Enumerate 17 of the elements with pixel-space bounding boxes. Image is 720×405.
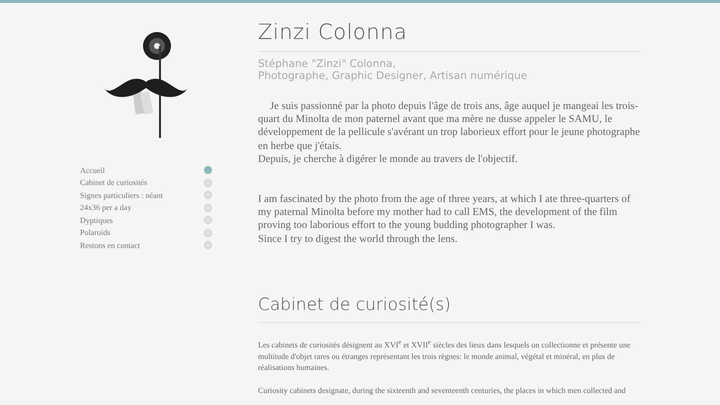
nav-link[interactable]: Signes particuliers : néant (80, 189, 212, 202)
section-title: Cabinet de curiosité(s) (258, 294, 452, 317)
paragraph: I am fascinated by the photo from the age of three years, at which I ate three-quarters of my paternal Minolta before my mother had to call EMS, the development of the film proving too laborious effort to the young budding photographer I was. (258, 193, 632, 233)
subtitle: Photographe, Graphic Designer, Artisan numérique (258, 70, 528, 82)
subtitle: Stéphane "Zinzi" Colonna, (258, 58, 397, 70)
nav-link[interactable]: Accueil (80, 164, 212, 176)
nav-link[interactable]: Dyptiques (80, 214, 212, 226)
nav-link[interactable]: Cabinet de curiosités (80, 176, 212, 189)
nav-link[interactable]: 24x36 per a day (80, 202, 212, 214)
paragraph: Depuis, je cherche à digérer le monde au travers de l'objectif. (258, 152, 519, 166)
page-title: Zinzi Colonna (258, 19, 408, 46)
paragraph: Les cabinets de curiosités désignent au XVI$^{e}$ et XVII$^{e}$ siècles des lieux dans lesquels on collectionne et présente une multitude d'objet rares ou étranges représentant les trois règnes: le monde animal, végétal et minéral, en plus de réalisations humaines. (258, 338, 632, 374)
paragraph: Curiosity cabinets designate, during the sixteenth and seventeenth centuries, the places in which men collected and (258, 384, 627, 396)
nav-link[interactable]: Restons en contact (80, 239, 212, 252)
paragraph: Je suis passionné par la photo depuis l'âge de trois ans, âge auquel je mangeai les trois-quart du Minolta de mon paternel avant que ma mère ne dusse appeler le SAMU, le développement de la pellicule s'avérant un trop laborieux effort pour le jeune photographe en herbe que j'étais. (258, 100, 640, 153)
nav-link[interactable]: Polaroids (80, 226, 212, 239)
paragraph: Since I try to digest the world through the lens. (258, 232, 458, 246)
